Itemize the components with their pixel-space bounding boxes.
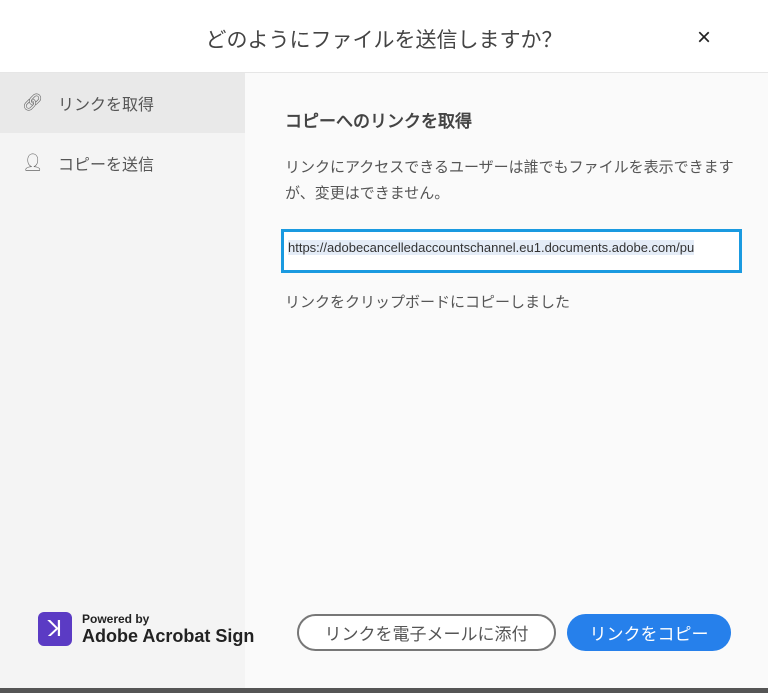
add-user-icon: 👤︎ — [22, 153, 44, 172]
brand-name: Adobe Acrobat Sign — [82, 626, 255, 646]
link-url-field[interactable]: https://adobecancelledaccountschannel.eu… — [281, 229, 742, 273]
description-text: リンクにアクセスできるユーザーは誰でもファイルを表示できますが、変更はできません… — [285, 159, 734, 202]
dialog-header: どのようにファイルを送信しますか？ × — [0, 0, 768, 73]
acrobat-logo-icon: ꓘ — [38, 612, 72, 646]
sidebar-item-label: リンクを取得 — [58, 97, 155, 114]
link-icon: 🔗︎ — [22, 93, 44, 112]
main-panel: コピーへのリンクを取得 リンクにアクセスできるユーザーは誰でもファイルを表示でき… — [245, 73, 768, 688]
sidebar-item-get-link[interactable]: 🔗︎ リンクを取得 — [0, 73, 245, 133]
powered-by-branding: ꓘ Powered by Adobe Acrobat Sign — [38, 612, 254, 646]
close-icon[interactable]: × — [692, 26, 716, 50]
attach-to-email-button[interactable]: リンクを電子メールに添付 — [297, 614, 556, 651]
sidebar-item-label: コピーを送信 — [58, 157, 155, 174]
copied-status: リンクをクリップボードにコピーしました — [285, 294, 571, 311]
sidebar-item-send-copy[interactable]: 👤︎ コピーを送信 — [0, 133, 245, 193]
bottom-edge — [0, 688, 768, 693]
powered-by-label: Powered by — [82, 612, 150, 626]
dialog-title: どのようにファイルを送信しますか？ — [205, 29, 563, 52]
link-url-text: https://adobecancelledaccountschannel.eu… — [288, 240, 695, 255]
sidebar: 🔗︎ リンクを取得 👤︎ コピーを送信 — [0, 73, 245, 688]
section-heading: コピーへのリンクを取得 — [285, 112, 472, 131]
copy-link-button[interactable]: リンクをコピー — [567, 614, 731, 651]
